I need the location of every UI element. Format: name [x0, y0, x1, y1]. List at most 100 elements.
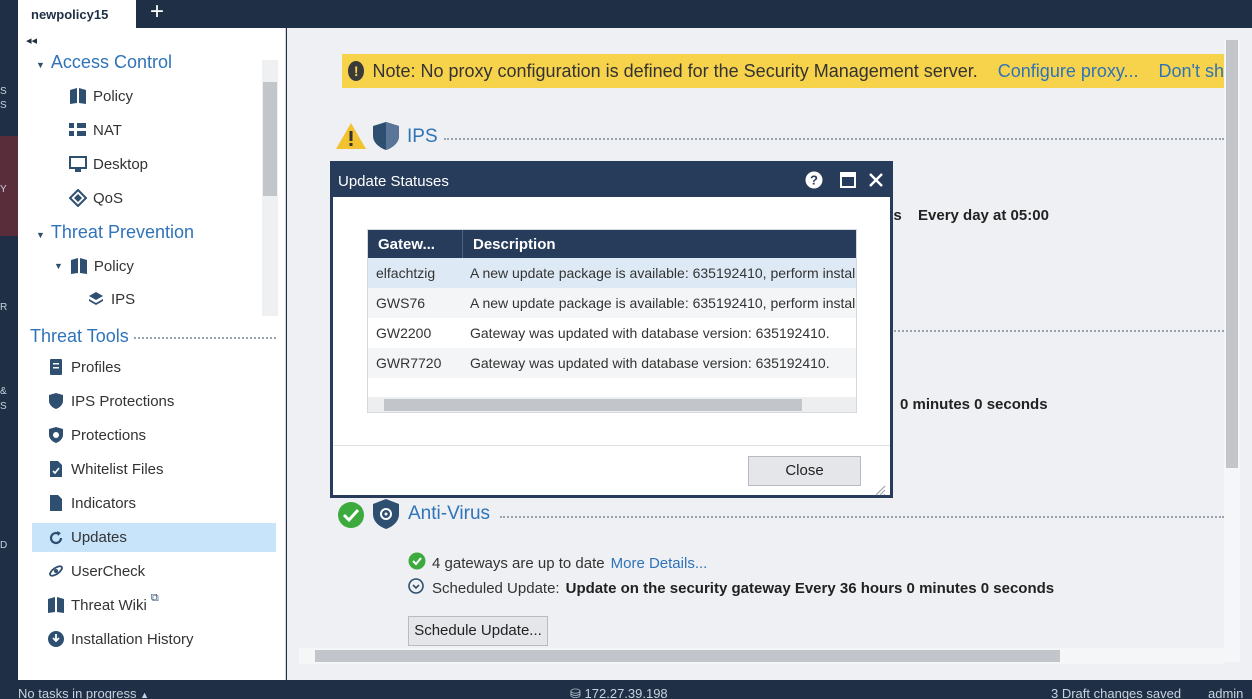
ips-blade-title: IPS — [407, 126, 438, 147]
schedule-value: Update on the security gateway Every 36 … — [565, 579, 1055, 597]
blade-divider — [444, 138, 1224, 140]
shield-icon — [46, 391, 66, 411]
sidebar-item-usercheck[interactable]: UserCheck — [46, 558, 145, 584]
left-navigation-strip: S S Y R & S D — [0, 28, 18, 680]
sidebar-item-desktop[interactable]: Desktop — [68, 151, 148, 177]
section-divider — [134, 337, 276, 339]
add-tab-button[interactable]: + — [146, 0, 168, 24]
dont-show-link[interactable]: Don't sh — [1159, 61, 1224, 82]
configure-proxy-link[interactable]: Configure proxy... — [998, 61, 1139, 82]
refresh-icon — [46, 528, 66, 548]
sidebar-item-access-policy[interactable]: Policy — [68, 83, 133, 109]
scrollbar-thumb[interactable] — [315, 650, 1060, 662]
schedule-update-button[interactable]: Schedule Update... — [408, 616, 548, 646]
notice-text: Note: No proxy configuration is defined … — [372, 60, 978, 81]
whitelist-file-icon — [46, 459, 66, 479]
table-horizontal-scrollbar[interactable] — [368, 397, 856, 412]
draft-changes-status: 3 Draft changes saved — [1051, 686, 1182, 699]
ips-interval-fragment: 0 minutes 0 seconds — [900, 396, 1048, 413]
resize-grip-icon[interactable] — [874, 483, 886, 500]
profile-document-icon — [46, 357, 66, 377]
sidebar-item-ips-protections[interactable]: IPS Protections — [46, 388, 174, 414]
desktop-icon — [68, 154, 88, 174]
ips-shield-icon — [372, 121, 400, 155]
strip-letter: R — [0, 302, 8, 313]
user-name[interactable]: admin — [1208, 686, 1243, 699]
sidebar-item-whitelist-files[interactable]: Whitelist Files — [46, 456, 164, 482]
gateway-status-table: Gatew... Description elfachtzig A new up… — [367, 229, 857, 413]
close-icon[interactable] — [866, 170, 886, 190]
section-access-control[interactable]: ▼ Access Control — [36, 52, 172, 73]
warning-triangle-icon — [335, 122, 367, 154]
top-tab-bar: newpolicy15 + — [0, 0, 1252, 28]
sidebar-item-profiles[interactable]: Profiles — [46, 354, 121, 380]
main-vertical-scrollbar[interactable] — [1224, 40, 1240, 662]
table-row[interactable]: GW2200 Gateway was updated with database… — [368, 318, 856, 348]
antivirus-blade-title: Anti-Virus — [408, 503, 491, 524]
qos-icon — [68, 188, 88, 208]
strip-letter: S — [0, 86, 7, 97]
chevron-down-icon: ▼ — [36, 230, 45, 240]
policy-book-icon — [69, 256, 89, 276]
sidebar-scrollbar[interactable] — [262, 60, 278, 316]
column-header-gateway[interactable]: Gatew... — [378, 236, 435, 253]
table-row[interactable]: GWS76 A new update package is available:… — [368, 288, 856, 318]
strip-letter: S — [0, 401, 7, 412]
ok-check-icon — [337, 501, 365, 533]
table-header: Gatew... Description — [368, 230, 856, 258]
main-horizontal-scrollbar[interactable] — [299, 648, 1224, 664]
table-row[interactable]: GWR7720 Gateway was updated with databas… — [368, 348, 856, 378]
antivirus-schedule-line: Scheduled Update: Update on the security… — [408, 578, 1054, 598]
tasks-status[interactable]: No tasks in progress ▲ — [18, 686, 149, 699]
database-icon: ⛁ — [570, 686, 581, 699]
warning-exclamation-icon: ! — [348, 61, 365, 81]
scrollbar-thumb[interactable] — [1226, 40, 1238, 468]
maximize-icon[interactable] — [838, 170, 858, 190]
tab-newpolicy15[interactable]: newpolicy15 — [18, 0, 136, 28]
chevron-down-icon: ▼ — [36, 60, 45, 70]
sidebar-item-indicators[interactable]: Indicators — [46, 490, 136, 516]
blade-divider — [887, 330, 1224, 332]
layers-icon — [86, 289, 106, 309]
column-separator[interactable] — [462, 230, 463, 258]
server-ip: ⛁ 172.27.39.198 — [570, 686, 668, 699]
antivirus-status-text: 4 gateways are up to date — [432, 554, 605, 572]
more-details-link[interactable]: More Details... — [611, 555, 708, 572]
strip-letter: D — [0, 540, 8, 551]
ok-check-icon — [408, 552, 426, 574]
blade-divider — [500, 516, 1224, 518]
sidebar-item-nat[interactable]: NAT — [68, 117, 122, 143]
update-statuses-dialog: Update Statuses ? Gatew... Description e… — [330, 161, 893, 498]
sidebar-item-tp-ips[interactable]: IPS — [86, 286, 135, 312]
strip-letter: S — [0, 100, 7, 111]
indicator-file-icon — [46, 493, 66, 513]
chevron-up-icon: ▲ — [140, 690, 150, 699]
column-header-description[interactable]: Description — [473, 236, 556, 253]
clock-icon — [408, 578, 424, 598]
sidebar-item-threat-wiki[interactable]: Threat Wiki ⧉ — [46, 592, 159, 618]
dialog-divider — [333, 445, 890, 446]
install-download-icon — [46, 629, 66, 649]
usercheck-icon — [46, 561, 66, 581]
collapse-sidebar-button[interactable]: ◂◂ — [26, 34, 37, 47]
scrollbar-thumb[interactable] — [384, 399, 802, 411]
external-link-icon: ⧉ — [150, 592, 159, 604]
strip-letter: Y — [0, 184, 7, 195]
section-threat-prevention[interactable]: ▼ Threat Prevention — [36, 222, 194, 243]
strip-letter: & — [0, 386, 7, 397]
sidebar-item-tp-policy[interactable]: ▼ Policy — [54, 253, 134, 279]
sidebar-item-updates[interactable]: Updates — [32, 523, 276, 552]
antivirus-shield-icon — [372, 498, 400, 534]
close-button[interactable]: Close — [748, 456, 861, 486]
schedule-label: Scheduled Update: — [432, 579, 560, 597]
nat-icon — [68, 120, 88, 140]
strip-highlight[interactable]: Y — [0, 136, 18, 236]
scrollbar-thumb[interactable] — [263, 82, 277, 196]
sidebar-item-qos[interactable]: QoS — [68, 185, 123, 211]
sidebar-item-installation-history[interactable]: Installation History — [46, 626, 194, 652]
table-row[interactable]: elfachtzig A new update package is avail… — [368, 258, 856, 288]
sidebar-item-protections[interactable]: Protections — [46, 422, 146, 448]
status-bar: No tasks in progress ▲ ⛁ 172.27.39.198 3… — [0, 680, 1252, 699]
help-icon[interactable]: ? — [804, 170, 824, 190]
sidebar: ◂◂ ▼ Access Control Policy NAT Desktop Qo… — [18, 28, 286, 680]
